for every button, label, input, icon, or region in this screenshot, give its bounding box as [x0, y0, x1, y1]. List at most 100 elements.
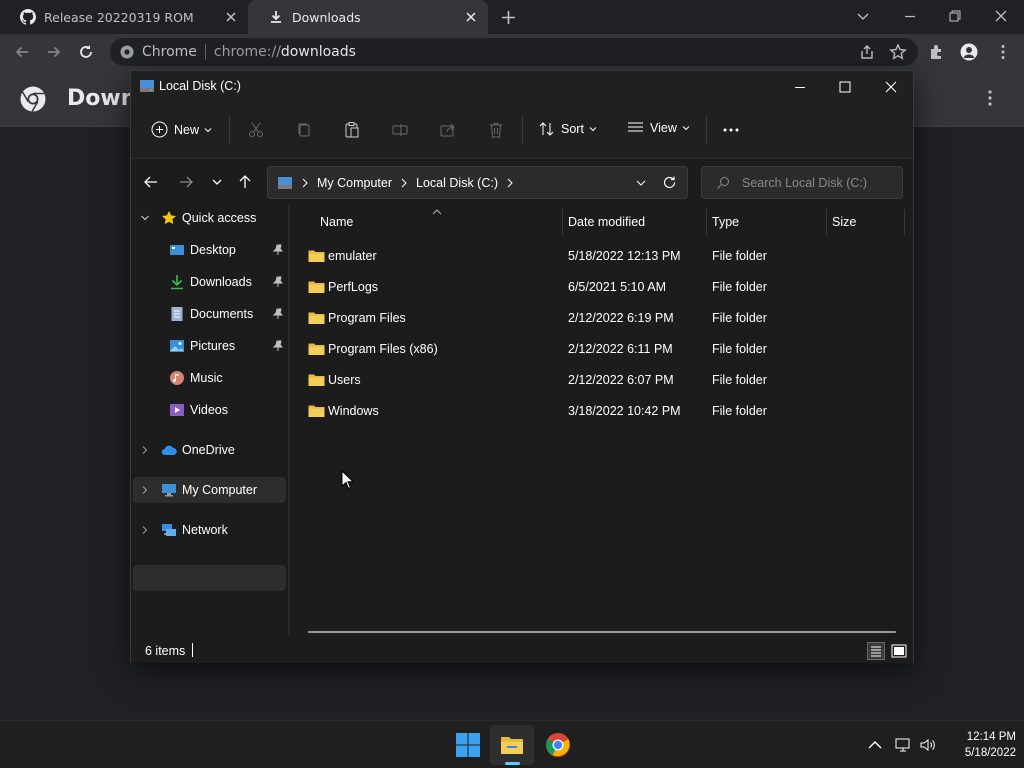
pin-icon[interactable] — [272, 308, 284, 320]
nav-onedrive[interactable]: OneDrive — [131, 437, 291, 463]
sort-icon — [539, 122, 554, 136]
sort-button[interactable]: Sort — [539, 121, 597, 137]
volume-icon[interactable] — [919, 736, 937, 754]
close-icon[interactable] — [464, 10, 478, 24]
up-arrow-icon[interactable] — [237, 174, 253, 190]
table-row[interactable]: Program Files (x86) 2/12/2022 6:11 PM Fi… — [301, 334, 901, 365]
search-input[interactable] — [742, 175, 892, 190]
chevron-down-icon[interactable] — [855, 8, 871, 24]
file-date: 2/12/2022 6:11 PM — [568, 342, 673, 356]
drive-icon — [278, 176, 292, 189]
minimize-icon[interactable] — [902, 8, 918, 24]
nav-label: Videos — [190, 403, 228, 417]
nav-label: Network — [182, 523, 228, 537]
table-row[interactable]: PerfLogs 6/5/2021 5:10 AM File folder — [301, 272, 901, 303]
nav-pictures[interactable]: Pictures — [131, 333, 291, 359]
share-icon[interactable] — [857, 43, 875, 61]
chevron-right-icon[interactable] — [140, 445, 150, 455]
table-row[interactable]: emulater 5/18/2022 12:13 PM File folder — [301, 241, 901, 272]
nav-network[interactable]: Network — [131, 517, 291, 543]
nav-downloads[interactable]: Downloads — [131, 269, 291, 295]
folder-icon — [308, 343, 325, 355]
chevron-down-icon[interactable] — [635, 177, 647, 189]
divider — [229, 115, 230, 145]
pin-icon[interactable] — [272, 340, 284, 352]
pin-icon[interactable] — [272, 276, 284, 288]
close-icon[interactable] — [224, 10, 238, 24]
extensions-icon[interactable] — [928, 43, 946, 61]
close-window-icon[interactable] — [883, 79, 899, 95]
taskbar: 12:14 PM 5/18/2022 — [0, 720, 1024, 768]
forward-icon[interactable] — [45, 43, 63, 61]
nav-videos[interactable]: Videos — [131, 397, 291, 423]
details-view-icon[interactable] — [867, 642, 885, 660]
nav-desktop[interactable]: Desktop — [131, 237, 291, 263]
close-window-icon[interactable] — [993, 8, 1009, 24]
tab-github-release[interactable]: Release 20220319 ROM set (868 — [0, 0, 248, 34]
new-tab-icon[interactable] — [500, 9, 517, 26]
column-header-name[interactable]: Name — [320, 205, 560, 239]
column-divider[interactable] — [562, 209, 563, 235]
refresh-icon[interactable] — [662, 175, 677, 190]
breadcrumb-local-disk[interactable]: Local Disk (C:) — [416, 176, 498, 190]
nav-quick-access[interactable]: Quick access — [131, 205, 291, 231]
share-icon[interactable] — [439, 121, 457, 139]
breadcrumb-my-computer[interactable]: My Computer — [317, 176, 392, 190]
search-box[interactable] — [701, 166, 903, 199]
column-divider[interactable] — [706, 209, 707, 235]
copy-icon[interactable] — [295, 121, 313, 139]
view-button[interactable]: View — [627, 121, 690, 135]
chevron-right-icon[interactable] — [140, 525, 150, 535]
folder-icon — [308, 312, 325, 324]
nav-documents[interactable]: Documents — [131, 301, 291, 327]
kebab-menu-icon[interactable] — [982, 88, 998, 108]
chevron-right-icon[interactable] — [140, 485, 150, 495]
minimize-icon[interactable] — [792, 79, 808, 95]
forward-arrow-icon[interactable] — [178, 174, 194, 190]
recent-locations-chevron-icon[interactable] — [209, 174, 225, 190]
maximize-icon[interactable] — [837, 79, 853, 95]
chevron-down-icon[interactable] — [140, 213, 150, 223]
omnibox[interactable]: Chrome chrome://downloads — [110, 38, 918, 66]
chrome-icon[interactable] — [545, 732, 571, 758]
column-header-size[interactable]: Size — [832, 205, 902, 239]
back-icon[interactable] — [13, 43, 31, 61]
windows-start-icon[interactable] — [455, 732, 481, 758]
system-clock[interactable]: 12:14 PM 5/18/2022 — [944, 729, 1016, 761]
back-arrow-icon[interactable] — [143, 174, 159, 190]
pane-splitter[interactable] — [288, 205, 290, 635]
table-row[interactable]: Windows 3/18/2022 10:42 PM File folder — [301, 396, 901, 427]
file-name: emulater — [328, 249, 377, 263]
tab-downloads[interactable]: Downloads — [248, 0, 488, 34]
reload-icon[interactable] — [77, 43, 95, 61]
file-explorer-icon[interactable] — [499, 732, 525, 758]
chevron-up-icon[interactable] — [866, 736, 884, 754]
column-header-date[interactable]: Date modified — [568, 205, 704, 239]
paste-icon[interactable] — [343, 121, 361, 139]
rename-icon[interactable] — [391, 121, 409, 139]
restore-icon[interactable] — [947, 8, 963, 24]
column-divider[interactable] — [826, 209, 827, 235]
cut-icon[interactable] — [247, 121, 265, 139]
column-divider[interactable] — [904, 209, 905, 235]
pin-icon[interactable] — [272, 244, 284, 256]
new-button[interactable]: New — [151, 121, 212, 138]
table-row[interactable]: Program Files 2/12/2022 6:19 PM File fol… — [301, 303, 901, 334]
profile-avatar-icon[interactable] — [960, 43, 978, 61]
star-icon[interactable] — [889, 43, 907, 61]
nav-my-computer[interactable] — [133, 565, 286, 591]
address-bar[interactable]: My Computer Local Disk (C:) — [267, 166, 688, 199]
more-options-icon[interactable] — [722, 121, 740, 139]
nav-music[interactable]: Music — [131, 365, 291, 391]
network-status-icon[interactable] — [894, 736, 912, 754]
column-header-type[interactable]: Type — [712, 205, 824, 239]
horizontal-scrollbar[interactable] — [308, 631, 896, 633]
nav-my-computer[interactable]: My Computer — [133, 477, 286, 503]
kebab-menu-icon[interactable] — [994, 43, 1012, 61]
table-row[interactable]: Users 2/12/2022 6:07 PM File folder — [301, 365, 901, 396]
large-icons-view-icon[interactable] — [890, 642, 908, 660]
file-date: 2/12/2022 6:19 PM — [568, 311, 674, 325]
delete-icon[interactable] — [487, 121, 505, 139]
chevron-right-icon[interactable] — [506, 178, 514, 188]
explorer-titlebar[interactable]: Local Disk (C:) — [131, 71, 913, 103]
